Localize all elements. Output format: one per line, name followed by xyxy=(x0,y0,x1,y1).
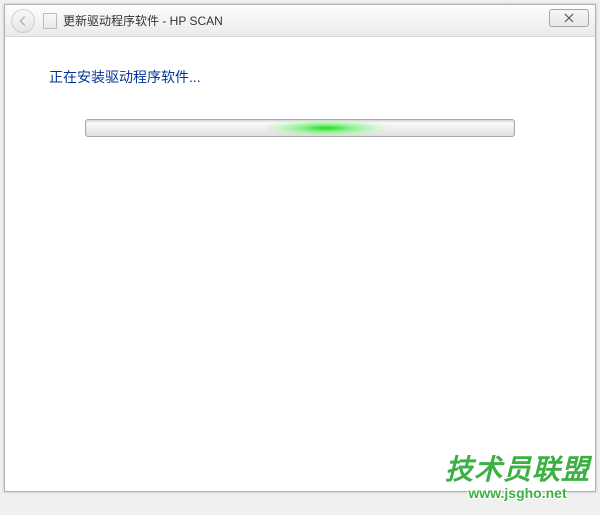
progress-indicator xyxy=(266,120,386,136)
back-button[interactable] xyxy=(11,9,35,33)
dialog-window: 更新驱动程序软件 - HP SCAN 正在安装驱动程序软件... xyxy=(4,4,596,492)
back-arrow-icon xyxy=(16,14,30,28)
close-icon xyxy=(564,13,574,23)
status-text: 正在安装驱动程序软件... xyxy=(49,67,555,87)
device-icon xyxy=(43,13,57,29)
watermark-text: 技术员联盟 xyxy=(445,448,590,488)
content-area: 正在安装驱动程序软件... xyxy=(5,37,595,167)
close-button[interactable] xyxy=(549,9,589,27)
progress-bar xyxy=(85,119,515,137)
watermark: 技术员联盟 www.jsgho.net xyxy=(445,448,590,501)
titlebar: 更新驱动程序软件 - HP SCAN xyxy=(5,5,595,37)
window-title: 更新驱动程序软件 - HP SCAN xyxy=(63,12,223,29)
